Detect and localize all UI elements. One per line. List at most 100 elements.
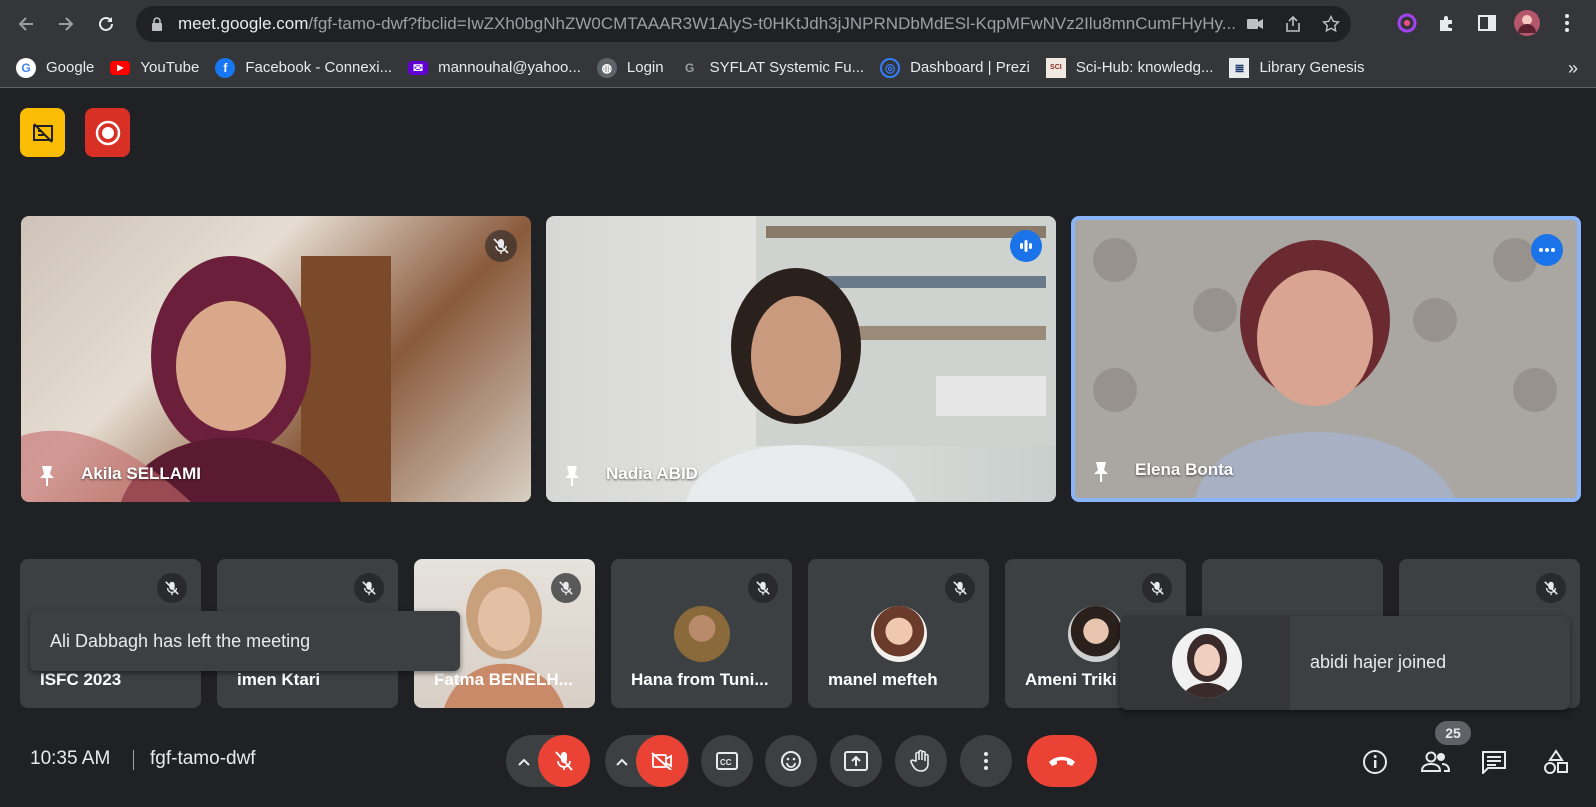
avatar (1172, 628, 1242, 698)
participant-name: Elena Bonta (1135, 460, 1234, 479)
record-icon (95, 120, 120, 145)
facebook-icon: f (215, 57, 236, 78)
bookmark-google[interactable]: G Google (16, 57, 95, 78)
bookmark-scihub[interactable]: SCI Sci-Hub: knowledg... (1045, 57, 1214, 78)
small-tile-manel[interactable]: manel mefteh (808, 559, 989, 708)
hang-up-icon (1049, 756, 1075, 766)
leave-call-button[interactable] (1027, 735, 1097, 787)
captions-button[interactable]: CC (701, 735, 753, 787)
left-meeting-toast: Ali Dabbagh has left the meeting (30, 611, 460, 671)
bookmark-syflat[interactable]: G SYFLAT Systemic Fu... (679, 57, 865, 78)
bookmark-login[interactable]: ◍ Login (596, 57, 664, 78)
hand-icon (910, 749, 929, 772)
present-button[interactable] (830, 735, 882, 787)
participant-video (686, 216, 1056, 502)
bookmark-label: Sci-Hub: knowledg... (1075, 59, 1214, 76)
chevron-up-icon[interactable] (514, 752, 534, 772)
meeting-code: fgf-tamo-dwf (150, 748, 256, 769)
share-icon[interactable] (1281, 12, 1305, 36)
side-panel-icon[interactable] (1474, 10, 1500, 36)
avatar (870, 605, 927, 662)
toast-avatar-area (1120, 616, 1290, 710)
chat-icon[interactable] (1478, 746, 1510, 778)
mic-muted-icon (945, 573, 975, 603)
menu-dots-icon[interactable] (1554, 10, 1580, 36)
forward-icon[interactable] (52, 10, 80, 38)
emoji-icon (781, 751, 801, 771)
video-tile-elena[interactable]: Elena Bonta (1071, 216, 1581, 502)
participant-name: manel mefteh (828, 670, 938, 689)
prezi-icon: ◎ (880, 57, 901, 78)
back-icon[interactable] (12, 10, 40, 38)
raise-hand-button[interactable] (895, 735, 947, 787)
people-icon[interactable] (1419, 746, 1451, 778)
meeting-details-icon[interactable] (1359, 746, 1391, 778)
mic-off-icon (555, 751, 573, 771)
divider (133, 750, 134, 770)
bookmark-prezi[interactable]: ◎ Dashboard | Prezi (880, 57, 1030, 78)
pin-icon[interactable] (37, 464, 57, 488)
video-tile-akila[interactable]: Akila SELLAMI (21, 216, 531, 502)
bookmark-facebook[interactable]: f Facebook - Connexi... (215, 57, 393, 78)
lock-icon (152, 17, 162, 31)
captions-icon: CC (716, 752, 738, 770)
bookmark-libgen[interactable]: ≣ Library Genesis (1229, 57, 1365, 78)
avatar (1067, 605, 1124, 662)
extension-circle-icon[interactable] (1394, 10, 1420, 36)
avatar (673, 605, 730, 662)
joined-toast: abidi hajer joined (1120, 616, 1570, 710)
bookmark-youtube[interactable]: ▶ YouTube (110, 59, 199, 76)
camera-blocked-icon[interactable] (1243, 12, 1267, 36)
mic-muted-icon (485, 230, 517, 262)
small-tile-hana[interactable]: Hana from Tuni... (611, 559, 792, 708)
more-options-button[interactable] (960, 735, 1012, 787)
vertical-dots-icon (984, 752, 988, 770)
participant-name: imen Ktari (237, 670, 321, 689)
profile-avatar-icon[interactable] (1514, 10, 1540, 36)
reload-icon[interactable] (92, 10, 120, 38)
more-options-icon[interactable] (1531, 234, 1563, 266)
bookmark-label: Login (626, 59, 664, 76)
activities-icon[interactable] (1540, 746, 1572, 778)
microphone-button[interactable] (538, 735, 590, 787)
bookmark-label: YouTube (140, 59, 200, 76)
mic-muted-icon (551, 573, 581, 603)
puzzle-icon[interactable] (1434, 10, 1460, 36)
pin-icon[interactable] (1091, 460, 1111, 484)
bookmark-label: Library Genesis (1259, 59, 1365, 76)
present-screen-icon (844, 751, 868, 771)
pin-icon[interactable] (562, 464, 582, 488)
participant-name: Ameni Triki (1025, 670, 1117, 689)
mic-muted-icon (748, 573, 778, 603)
bookmarks-bar: G Google ▶ YouTube f Facebook - Connexi.… (0, 48, 1596, 88)
mic-muted-icon (1142, 573, 1172, 603)
speaking-indicator-icon (1010, 230, 1042, 262)
participant-name: Hana from Tuni... (631, 670, 769, 689)
captions-off-badge[interactable] (20, 108, 65, 157)
bookmark-label: SYFLAT Systemic Fu... (709, 59, 865, 76)
syflat-icon: G (679, 57, 700, 78)
mic-muted-icon (157, 573, 187, 603)
yahoo-icon: ✉ (408, 60, 429, 75)
recording-badge[interactable] (85, 108, 130, 157)
bookmark-yahoo[interactable]: ✉ mannouhal@yahoo... (408, 59, 581, 76)
chevron-up-icon[interactable] (612, 752, 632, 772)
bookmark-label: Google (46, 59, 95, 76)
video-tile-nadia[interactable]: Nadia ABID (546, 216, 1056, 502)
scihub-icon: SCI (1045, 57, 1066, 78)
participant-name: Nadia ABID (606, 464, 698, 483)
bookmarks-overflow[interactable]: » (1568, 58, 1578, 79)
youtube-icon: ▶ (110, 60, 131, 75)
participant-name: Akila SELLAMI (81, 464, 201, 483)
mic-muted-icon (1536, 573, 1566, 603)
libgen-icon: ≣ (1229, 57, 1250, 78)
reactions-button[interactable] (765, 735, 817, 787)
url-text: meet.google.com/fgf-tamo-dwf?fbclid=IwZX… (178, 14, 1236, 33)
toast-text: Ali Dabbagh has left the meeting (50, 630, 311, 651)
camera-button[interactable] (636, 735, 688, 787)
bookmark-label: Dashboard | Prezi (910, 59, 1030, 76)
clock: 10:35 AM (30, 748, 111, 769)
address-bar[interactable]: meet.google.com/fgf-tamo-dwf?fbclid=IwZX… (136, 6, 1351, 42)
star-icon[interactable] (1319, 12, 1343, 36)
bookmark-label: Facebook - Connexi... (245, 59, 393, 76)
